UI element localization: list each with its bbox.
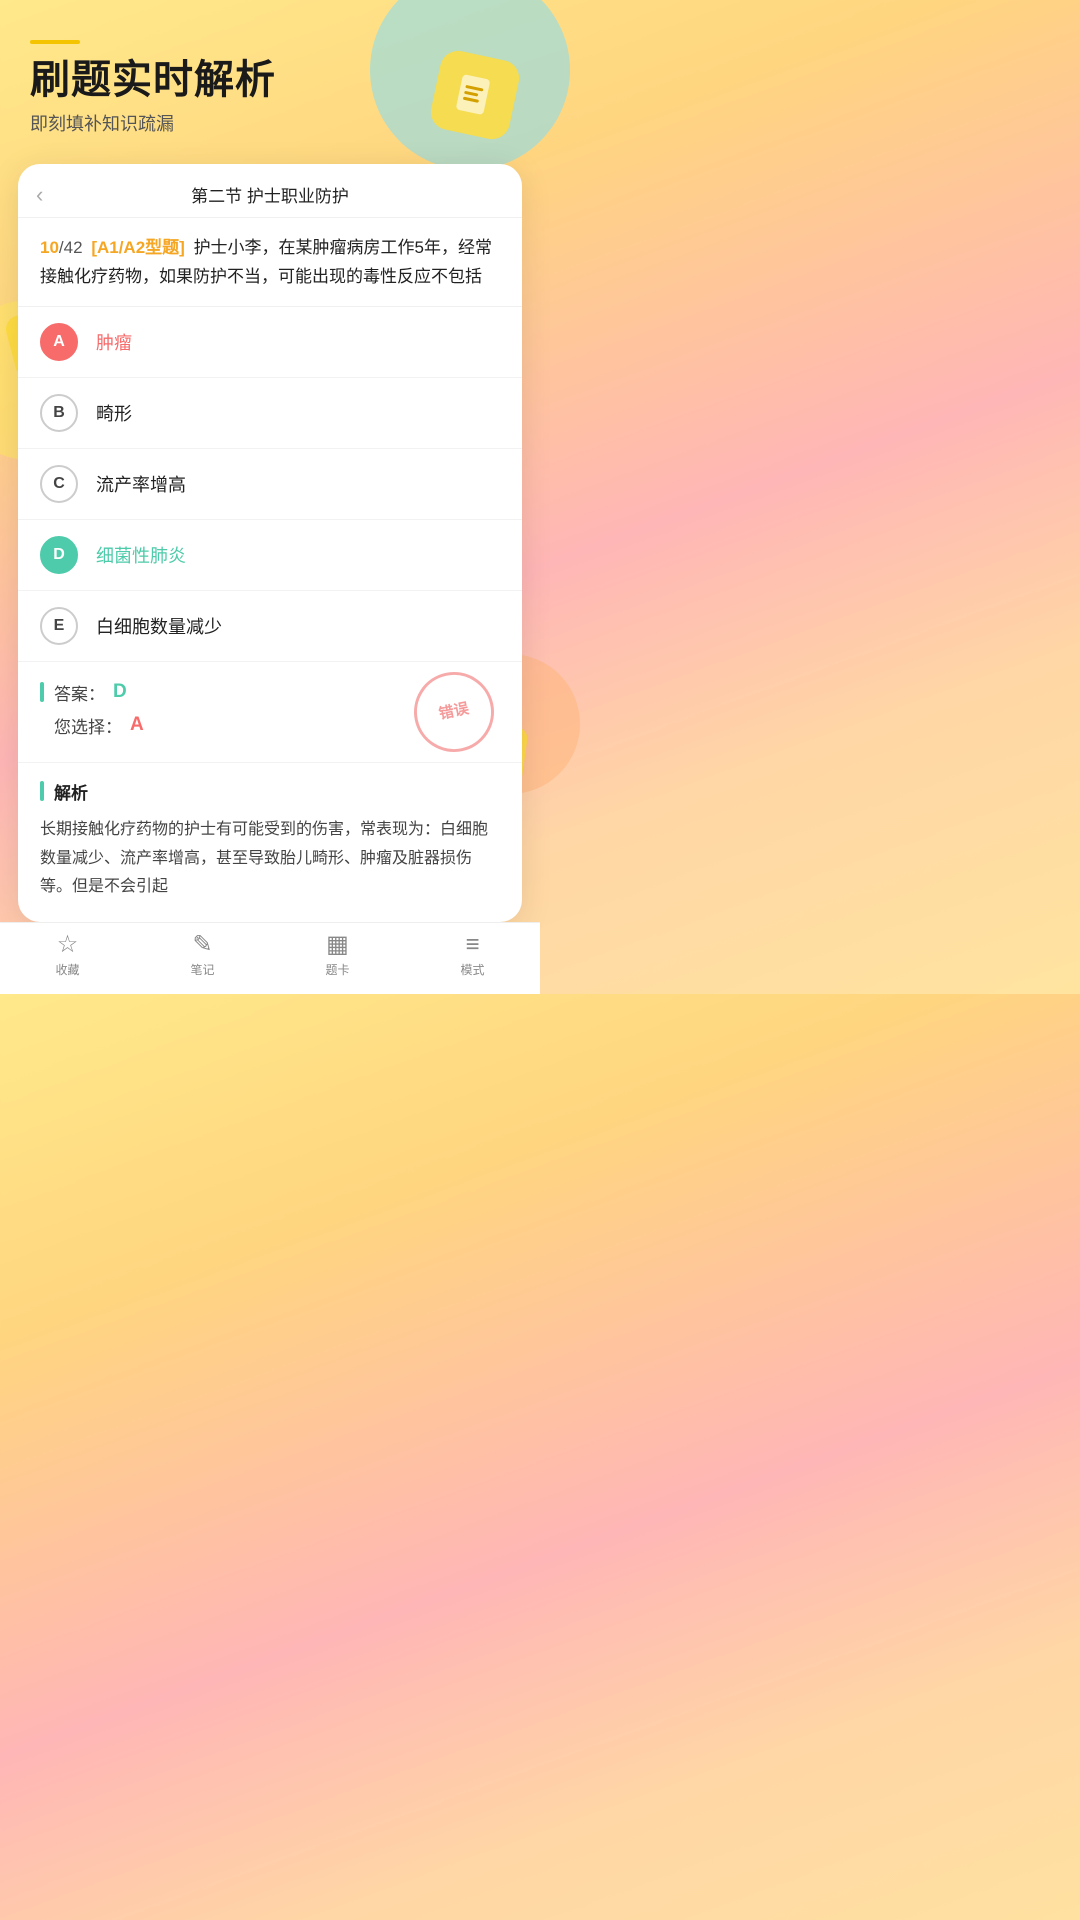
nav-item-收藏[interactable]: ☆ 收藏 bbox=[0, 933, 135, 978]
card-title: 第二节 护士职业防护 bbox=[191, 182, 349, 207]
nav-label-题卡: 题卡 bbox=[325, 961, 349, 978]
question-tag: [A1/A2型题] bbox=[91, 238, 185, 257]
left-bar bbox=[40, 682, 44, 702]
question-current: 10 bbox=[40, 238, 59, 257]
nav-item-题卡[interactable]: ▦ 题卡 bbox=[270, 933, 405, 978]
option-circle-d: D bbox=[40, 536, 78, 574]
option-row-e[interactable]: E 白细胞数量减少 bbox=[18, 591, 522, 662]
option-text-d: 细菌性肺炎 bbox=[96, 542, 186, 568]
correct-answer-value: D bbox=[113, 681, 127, 703]
nav-label-模式: 模式 bbox=[460, 961, 484, 978]
analysis-text: 长期接触化疗药物的护士有可能受到的伤害，常表现为：白细胞数量减少、流产率增高，甚… bbox=[40, 816, 500, 902]
main-title: 刷题实时解析 bbox=[30, 56, 510, 104]
analysis-title: 解析 bbox=[54, 779, 88, 804]
option-text-b: 畸形 bbox=[96, 400, 132, 426]
answer-label: 答案： bbox=[54, 680, 105, 705]
back-button[interactable]: ‹ bbox=[36, 182, 43, 208]
accent-line bbox=[30, 40, 80, 44]
option-row-d[interactable]: D 细菌性肺炎 bbox=[18, 520, 522, 591]
option-text-a: 肿瘤 bbox=[96, 329, 132, 355]
nav-icon-笔记: ✎ bbox=[192, 933, 212, 957]
header: 刷题实时解析 即刻填补知识疏漏 bbox=[0, 0, 540, 154]
nav-item-笔记[interactable]: ✎ 笔记 bbox=[135, 933, 270, 978]
main-card: ‹ 第二节 护士职业防护 10/42 [A1/A2型题] 护士小李，在某肿瘤病房… bbox=[18, 164, 522, 922]
card-nav: ‹ 第二节 护士职业防护 bbox=[18, 164, 522, 218]
nav-label-收藏: 收藏 bbox=[55, 961, 79, 978]
option-row-b[interactable]: B 畸形 bbox=[18, 378, 522, 449]
option-circle-b: B bbox=[40, 394, 78, 432]
analysis-section: 解析 长期接触化疗药物的护士有可能受到的伤害，常表现为：白细胞数量减少、流产率增… bbox=[18, 763, 522, 922]
analysis-bar bbox=[40, 781, 44, 801]
stamp-text: 错误 bbox=[437, 699, 470, 724]
error-stamp: 错误 bbox=[407, 664, 502, 759]
analysis-header: 解析 bbox=[40, 779, 500, 804]
nav-item-模式[interactable]: ≡ 模式 bbox=[405, 933, 540, 978]
option-circle-e: E bbox=[40, 607, 78, 645]
nav-label-笔记: 笔记 bbox=[190, 961, 214, 978]
question-meta: 10/42 [A1/A2型题] 护士小李，在某肿瘤病房工作5年，经常接触化疗药物… bbox=[40, 234, 500, 292]
subtitle: 即刻填补知识疏漏 bbox=[30, 110, 510, 136]
option-circle-a: A bbox=[40, 323, 78, 361]
nav-icon-收藏: ☆ bbox=[57, 933, 79, 957]
bottom-nav: ☆ 收藏 ✎ 笔记 ▦ 题卡 ≡ 模式 bbox=[0, 922, 540, 994]
your-label: 您选择： bbox=[54, 713, 122, 738]
option-text-e: 白细胞数量减少 bbox=[96, 613, 222, 639]
your-answer-value: A bbox=[130, 714, 144, 736]
option-text-c: 流产率增高 bbox=[96, 471, 186, 497]
options-container: A 肿瘤 B 畸形 C 流产率增高 D 细菌性肺炎 E 白细胞数量减少 bbox=[18, 307, 522, 662]
option-row-a[interactable]: A 肿瘤 bbox=[18, 307, 522, 378]
nav-icon-模式: ≡ bbox=[465, 933, 479, 957]
nav-icon-题卡: ▦ bbox=[326, 933, 349, 957]
option-row-c[interactable]: C 流产率增高 bbox=[18, 449, 522, 520]
question-total: 42 bbox=[64, 238, 83, 257]
option-circle-c: C bbox=[40, 465, 78, 503]
question-area: 10/42 [A1/A2型题] 护士小李，在某肿瘤病房工作5年，经常接触化疗药物… bbox=[18, 218, 522, 307]
answer-result: 答案： D 您选择： A 错误 bbox=[18, 662, 522, 763]
